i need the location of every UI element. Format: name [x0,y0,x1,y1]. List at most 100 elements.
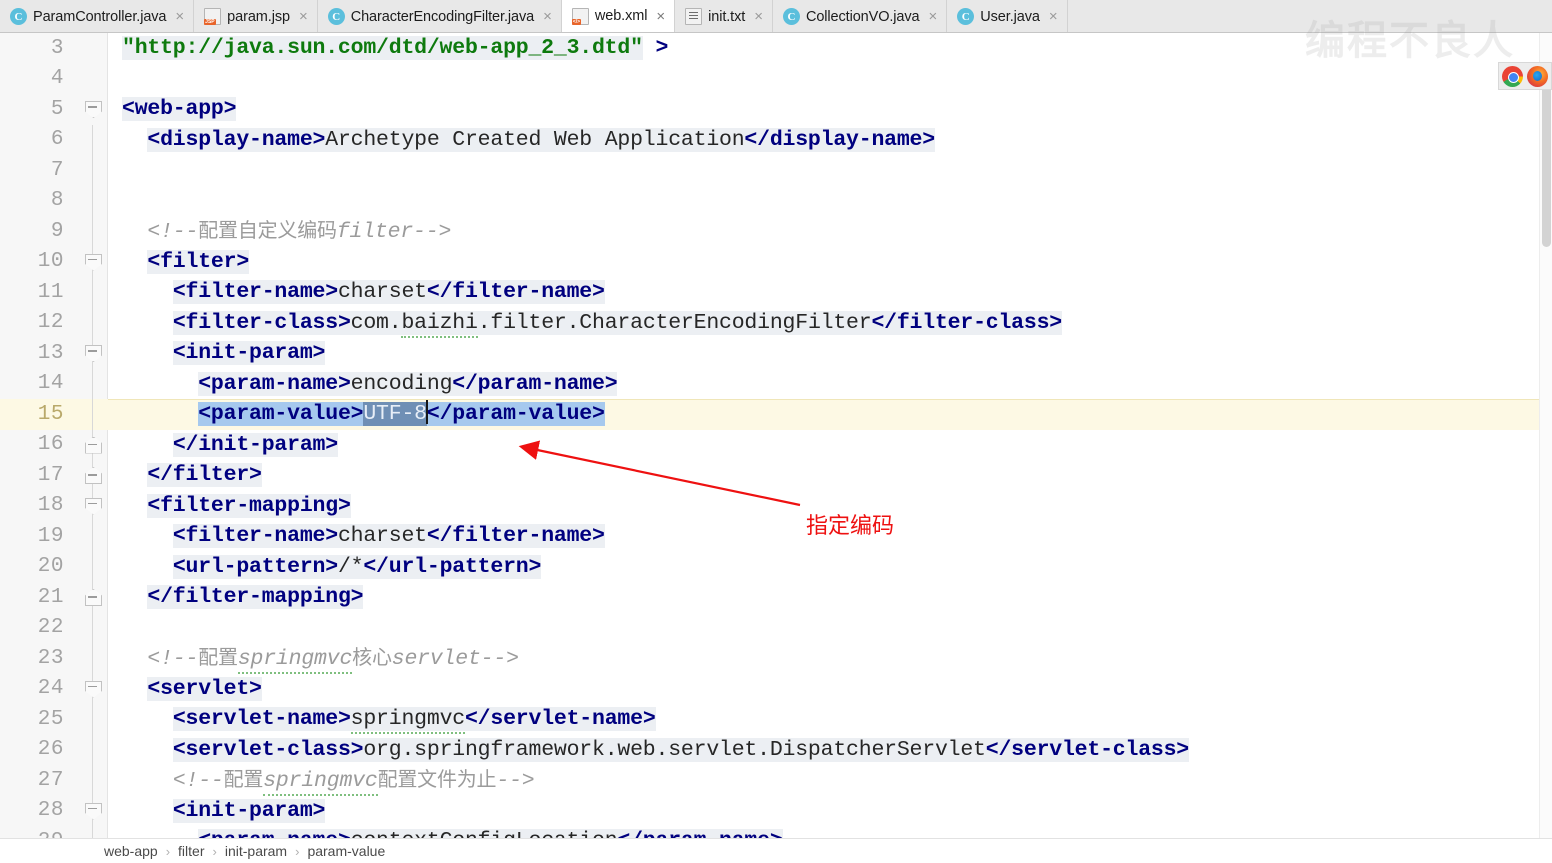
code-line[interactable]: 13 <init-param> [0,338,1552,369]
code-line[interactable]: 19 <filter-name>charset</filter-name> [0,521,1552,552]
fold-gutter-cell[interactable] [78,94,108,125]
code-line[interactable]: 23 <!--配置springmvc核心servlet--> [0,643,1552,674]
breadcrumb-item-param-value[interactable]: param-value [307,843,385,859]
close-icon[interactable]: × [543,9,552,24]
breadcrumb-item-filter[interactable]: filter [178,843,204,859]
fold-gutter-cell [78,704,108,735]
firefox-icon[interactable] [1527,65,1548,87]
fold-collapse-icon[interactable] [85,254,100,269]
scrollbar-thumb[interactable] [1542,77,1551,247]
fold-gutter-cell [78,612,108,643]
fold-gutter-cell [78,368,108,399]
tab-collection-vo-java[interactable]: C CollectionVO.java × [772,0,948,32]
close-icon[interactable]: × [929,9,938,24]
chrome-icon[interactable] [1502,65,1523,87]
line-number: 14 [37,372,64,396]
browser-launch-toolbar[interactable] [1498,62,1552,90]
tab-param-jsp[interactable]: param.jsp × [194,0,318,32]
fold-collapse-icon[interactable] [85,498,100,513]
line-number: 11 [37,280,64,304]
breadcrumb-item-init-param[interactable]: init-param [225,843,287,859]
code-line[interactable]: 14 <param-name>encoding</param-name> [0,368,1552,399]
code-line[interactable]: 5 <web-app> [0,94,1552,125]
fold-gutter-cell[interactable] [78,582,108,613]
close-icon[interactable]: × [1049,9,1058,24]
selected-text[interactable]: UTF-8 [363,402,427,426]
code-line[interactable]: 24 <servlet> [0,673,1552,704]
code-line[interactable]: 27 <!--配置springmvc配置文件为止--> [0,765,1552,796]
code-line[interactable]: 26 <servlet-class>org.springframework.we… [0,734,1552,765]
fold-collapse-icon[interactable] [85,437,100,452]
line-number: 19 [37,524,64,548]
code-line[interactable]: 7 [0,155,1552,186]
tab-user-java[interactable]: C User.java × [947,0,1068,32]
fold-collapse-icon[interactable] [85,345,100,360]
fold-collapse-icon[interactable] [85,101,100,116]
code-content: <param-name>encoding</param-name> [198,371,618,396]
code-line[interactable]: 11 <filter-name>charset</filter-name> [0,277,1552,308]
close-icon[interactable]: × [299,9,308,24]
code-line[interactable]: 25 <servlet-name>springmvc</servlet-name… [0,704,1552,735]
fold-gutter-cell [78,399,108,430]
line-number: 13 [37,341,64,365]
code-line[interactable]: 28 <init-param> [0,795,1552,826]
breadcrumb[interactable]: web-app › filter › init-param › param-va… [0,838,1552,863]
code-line[interactable]: 8 [0,185,1552,216]
code-line[interactable]: 17 </filter> [0,460,1552,491]
line-number: 8 [50,189,64,213]
fold-collapse-icon[interactable] [85,467,100,482]
tab-character-encoding-filter-java[interactable]: C CharacterEncodingFilter.java × [317,0,562,32]
code-line[interactable]: 22 [0,612,1552,643]
code-line[interactable]: 18 <filter-mapping> [0,490,1552,521]
vertical-scrollbar[interactable] [1539,33,1552,838]
tab-label: web.xml [594,8,648,24]
fold-gutter-cell[interactable] [78,429,108,460]
tab-init-txt[interactable]: init.txt × [675,0,773,32]
tab-web-xml[interactable]: web.xml × [561,0,676,32]
line-number: 23 [37,646,64,670]
fold-gutter-cell[interactable] [78,490,108,521]
fold-gutter-cell [78,307,108,338]
close-icon[interactable]: × [175,9,184,24]
code-line[interactable]: 12 <filter-class>com.baizhi.filter.Chara… [0,307,1552,339]
code-line[interactable]: 20 <url-pattern>/*</url-pattern> [0,551,1552,582]
line-number: 28 [37,799,64,823]
code-content: </filter-mapping> [147,585,364,609]
breadcrumb-item-web-app[interactable]: web-app [104,843,158,859]
line-number: 21 [37,585,64,609]
code-line[interactable]: 16 </init-param> [0,429,1552,460]
code-line[interactable]: 6 <display-name>Archetype Created Web Ap… [0,124,1552,155]
code-content: <filter-name>charset</filter-name> [172,524,605,548]
fold-gutter-cell [78,826,108,838]
code-line[interactable]: 10 <filter> [0,246,1552,277]
close-icon[interactable]: × [754,9,763,24]
line-number: 18 [37,494,64,518]
code-content: <servlet-name>springmvc</servlet-name> [108,704,1552,735]
fold-collapse-icon[interactable] [85,589,100,604]
code-line[interactable]: 4 [0,64,1552,95]
fold-gutter-cell[interactable] [78,795,108,826]
fold-collapse-icon[interactable] [85,803,100,818]
line-number: 16 [37,433,64,457]
code-line-current[interactable]: 15 <param-value>UTF-8</param-value> [0,399,1552,430]
close-icon[interactable]: × [656,9,665,24]
text-file-icon [685,8,703,25]
code-content: <init-param> [172,341,326,365]
code-content: </filter> [147,463,262,487]
fold-collapse-icon[interactable] [85,681,100,696]
code-line[interactable]: 29 <param-name>contextConfigLocation</pa… [0,826,1552,838]
code-content: <web-app> [122,97,237,121]
fold-gutter-cell[interactable] [78,338,108,369]
tab-label: CharacterEncodingFilter.java [350,8,535,25]
code-content: <param-name>contextConfigLocation</param… [108,826,1552,838]
tab-param-controller-java[interactable]: C ParamController.java × [0,0,195,32]
code-content: <filter-class>com.baizhi.filter.Characte… [108,308,1552,339]
code-content: <filter-mapping> [147,493,351,518]
code-content: <url-pattern>/*</url-pattern> [172,554,542,579]
code-line[interactable]: 21 </filter-mapping> [0,582,1552,613]
fold-gutter-cell[interactable] [78,460,108,491]
code-line[interactable]: 9 <!--配置自定义编码filter--> [0,216,1552,247]
fold-gutter-cell[interactable] [78,673,108,704]
fold-gutter-cell[interactable] [78,246,108,277]
code-editor-area[interactable]: 3 "http://java.sun.com/dtd/web-app_2_3.d… [0,33,1552,838]
